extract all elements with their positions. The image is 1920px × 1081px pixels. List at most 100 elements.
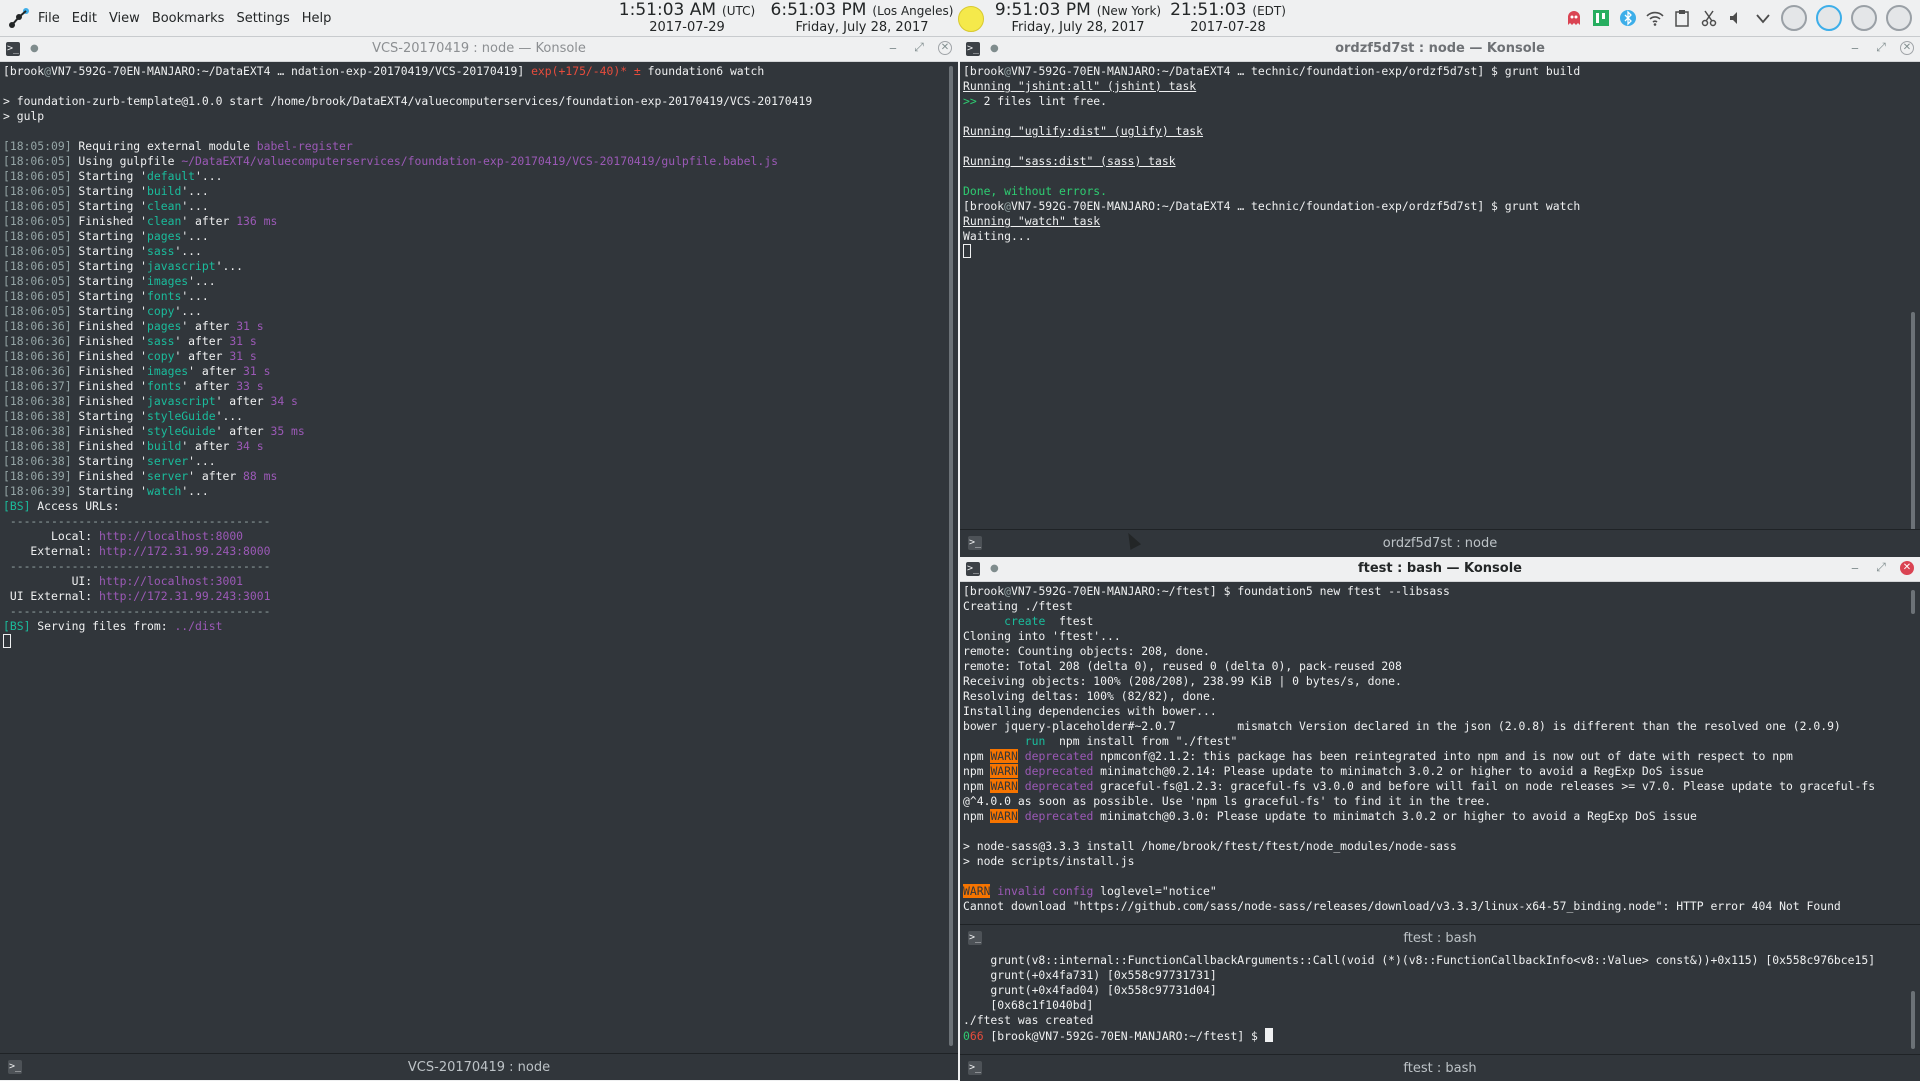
titlebar[interactable]: >_ ● ordzf5d7st : node — Konsole ‒ ⤢ ✕: [960, 37, 1920, 62]
user-ring-icon[interactable]: [1851, 5, 1877, 31]
log-text: Finished ': [71, 394, 148, 408]
log-timestamp: [18:06:38]: [3, 394, 72, 408]
close-icon[interactable]: ✕: [938, 40, 952, 55]
top-panel: File Edit View Bookmarks Settings Help 1…: [0, 0, 1920, 37]
titlebar[interactable]: >_ ● ftest : bash — Konsole ‒ ⤢ ✕: [960, 557, 1920, 582]
text-cursor: [963, 244, 971, 258]
clock-time: 21:51:03: [1170, 0, 1247, 20]
wifi-icon[interactable]: [1646, 9, 1664, 27]
local-url[interactable]: http://localhost:8000: [99, 529, 243, 543]
chevron-down-icon[interactable]: [1754, 9, 1772, 27]
clock-edt[interactable]: 21:51:03 (EDT) 2017-07-28: [1168, 0, 1288, 35]
gulp-log-line: [18:06:38] Finished 'javascript' after 3…: [3, 394, 298, 408]
warn-config: invalid config: [997, 884, 1094, 898]
log-text: Requiring external module: [71, 139, 257, 153]
clipboard-icon[interactable]: [1673, 9, 1691, 27]
prompt-host: VN7-592G-70EN-MANJARO: [1011, 199, 1156, 213]
maximize-icon[interactable]: ⤢: [912, 40, 926, 55]
clock-los-angeles[interactable]: 6:51:03 PM (Los Angeles) Friday, July 28,…: [762, 2, 962, 35]
log-text: '...: [181, 289, 209, 303]
git-mark: * ±: [620, 64, 641, 78]
kanban-icon[interactable]: [1592, 9, 1610, 27]
tab-label[interactable]: ftest : bash: [960, 931, 1920, 946]
minimize-icon[interactable]: ‒: [1848, 41, 1862, 55]
prompt-user: brook: [969, 199, 1005, 213]
scrollbar[interactable]: [1906, 951, 1920, 1054]
menu-view[interactable]: View: [109, 11, 140, 26]
warn-rest: loglevel="notice": [1093, 884, 1217, 898]
npm-warn-line: npmconf@2.1.2: this package has been rei…: [1100, 749, 1793, 763]
clock-utc[interactable]: 1:51:03 AM (UTC) 2017-07-29: [612, 2, 762, 35]
git-branch: exp(+175/-40): [531, 64, 621, 78]
menu-file[interactable]: File: [38, 11, 60, 26]
log-text: ' after: [181, 379, 237, 393]
close-icon[interactable]: ✕: [1900, 40, 1914, 55]
external-url[interactable]: http://172.31.99.243:8000: [99, 544, 270, 558]
activity-ring-icon[interactable]: [1781, 5, 1807, 31]
menu-settings[interactable]: Settings: [236, 11, 289, 26]
bluetooth-icon[interactable]: [1619, 9, 1637, 27]
scissors-icon[interactable]: [1700, 9, 1718, 27]
volume-icon[interactable]: [1727, 9, 1745, 27]
prompt: [brook@VN7-592G-70EN-MANJARO:~/DataEXT4 …: [3, 64, 765, 78]
tab-label[interactable]: ordzf5d7st : node: [960, 536, 1920, 551]
local-label: Local:: [3, 529, 100, 543]
prompt-path: :~/DataEXT4 … technic/foundation-exp/ord…: [1155, 64, 1505, 78]
tab-label[interactable]: VCS-20170419 : node: [0, 1060, 958, 1075]
scrollbar[interactable]: [1906, 582, 1920, 924]
done-line: Done, without errors.: [963, 184, 1108, 198]
log-timestamp: [18:06:39]: [3, 484, 72, 498]
menu-bookmarks[interactable]: Bookmarks: [152, 11, 225, 26]
ghost-icon[interactable]: [1565, 9, 1583, 27]
log-duration: 31 s: [229, 334, 257, 348]
stack-line: grunt(v8::internal::FunctionCallbackArgu…: [963, 953, 1876, 967]
log-text: ' after: [174, 349, 230, 363]
prompt: [brook@VN7-592G-70EN-MANJARO:~/ftest] $: [963, 584, 1238, 598]
ui-external-url[interactable]: http://172.31.99.243:3001: [99, 589, 270, 603]
log-text: Starting ': [71, 304, 148, 318]
scrollbar[interactable]: [944, 62, 958, 1052]
gulp-log-line: [18:06:05] Starting 'pages'...: [3, 229, 209, 243]
clock-new-york[interactable]: 9:51:03 PM (New York) Friday, July 28, 20…: [988, 2, 1168, 35]
maximize-icon[interactable]: ⤢: [1874, 560, 1888, 575]
output-line: Resolving deltas: 100% (82/82), done.: [963, 689, 1217, 703]
power-ring-icon[interactable]: [1886, 5, 1912, 31]
clock-zone: (UTC): [722, 4, 756, 18]
run-rest: npm install from "./ftest": [1059, 734, 1238, 748]
menu-help[interactable]: Help: [302, 11, 332, 26]
prompt: [brook@VN7-592G-70EN-MANJARO:~/DataEXT4 …: [963, 64, 1505, 78]
clock-zone: (EDT): [1252, 4, 1286, 18]
maximize-icon[interactable]: ⤢: [1874, 40, 1888, 55]
log-text: Finished ': [71, 349, 148, 363]
log-text: Starting ': [71, 229, 148, 243]
log-task: copy: [147, 304, 175, 318]
stack-line: grunt(+0x4fad04) [0x558c97731d04]: [963, 983, 1217, 997]
terminal-output[interactable]: [brook@VN7-592G-70EN-MANJARO:~/DataEXT4 …: [960, 62, 1906, 566]
lint-marker: >>: [963, 94, 984, 108]
tab-label[interactable]: ftest : bash: [960, 1061, 1920, 1076]
weather-sun-icon[interactable]: [958, 6, 984, 32]
exit-status: 66: [969, 1029, 984, 1043]
close-icon[interactable]: ✕: [1900, 560, 1914, 575]
menu-edit[interactable]: Edit: [72, 11, 97, 26]
run-word: run: [1024, 734, 1046, 748]
ui-url[interactable]: http://localhost:3001: [99, 574, 243, 588]
network-ring-icon[interactable]: [1816, 5, 1842, 31]
titlebar[interactable]: >_ ● VCS-20170419 : node — Konsole ‒ ⤢ ✕: [0, 37, 958, 62]
gulp-log-line: [18:06:38] Starting 'server'...: [3, 454, 216, 468]
scrollbar[interactable]: [1906, 62, 1920, 566]
command: grunt build: [1504, 64, 1581, 78]
log-text: '...: [181, 199, 209, 213]
minimize-icon[interactable]: ‒: [1848, 561, 1862, 575]
terminal-output[interactable]: [brook@VN7-592G-70EN-MANJARO:~/ftest] $ …: [960, 582, 1906, 924]
gulp-log-line: [18:06:05] Finished 'clean' after 136 ms: [3, 214, 277, 228]
log-task: sass: [147, 244, 175, 258]
terminal-output-split[interactable]: grunt(v8::internal::FunctionCallbackArgu…: [960, 951, 1906, 1054]
gulp-log-line: [18:06:05] Starting 'sass'...: [3, 244, 202, 258]
minimize-icon[interactable]: ‒: [886, 41, 900, 55]
log-text: ' after: [181, 439, 237, 453]
terminal-output[interactable]: [brook@VN7-592G-70EN-MANJARO:~/DataEXT4 …: [0, 62, 944, 1052]
application-launcher-icon[interactable]: [8, 7, 30, 29]
log-text: Finished ': [71, 334, 148, 348]
log-text: ' after: [188, 469, 244, 483]
